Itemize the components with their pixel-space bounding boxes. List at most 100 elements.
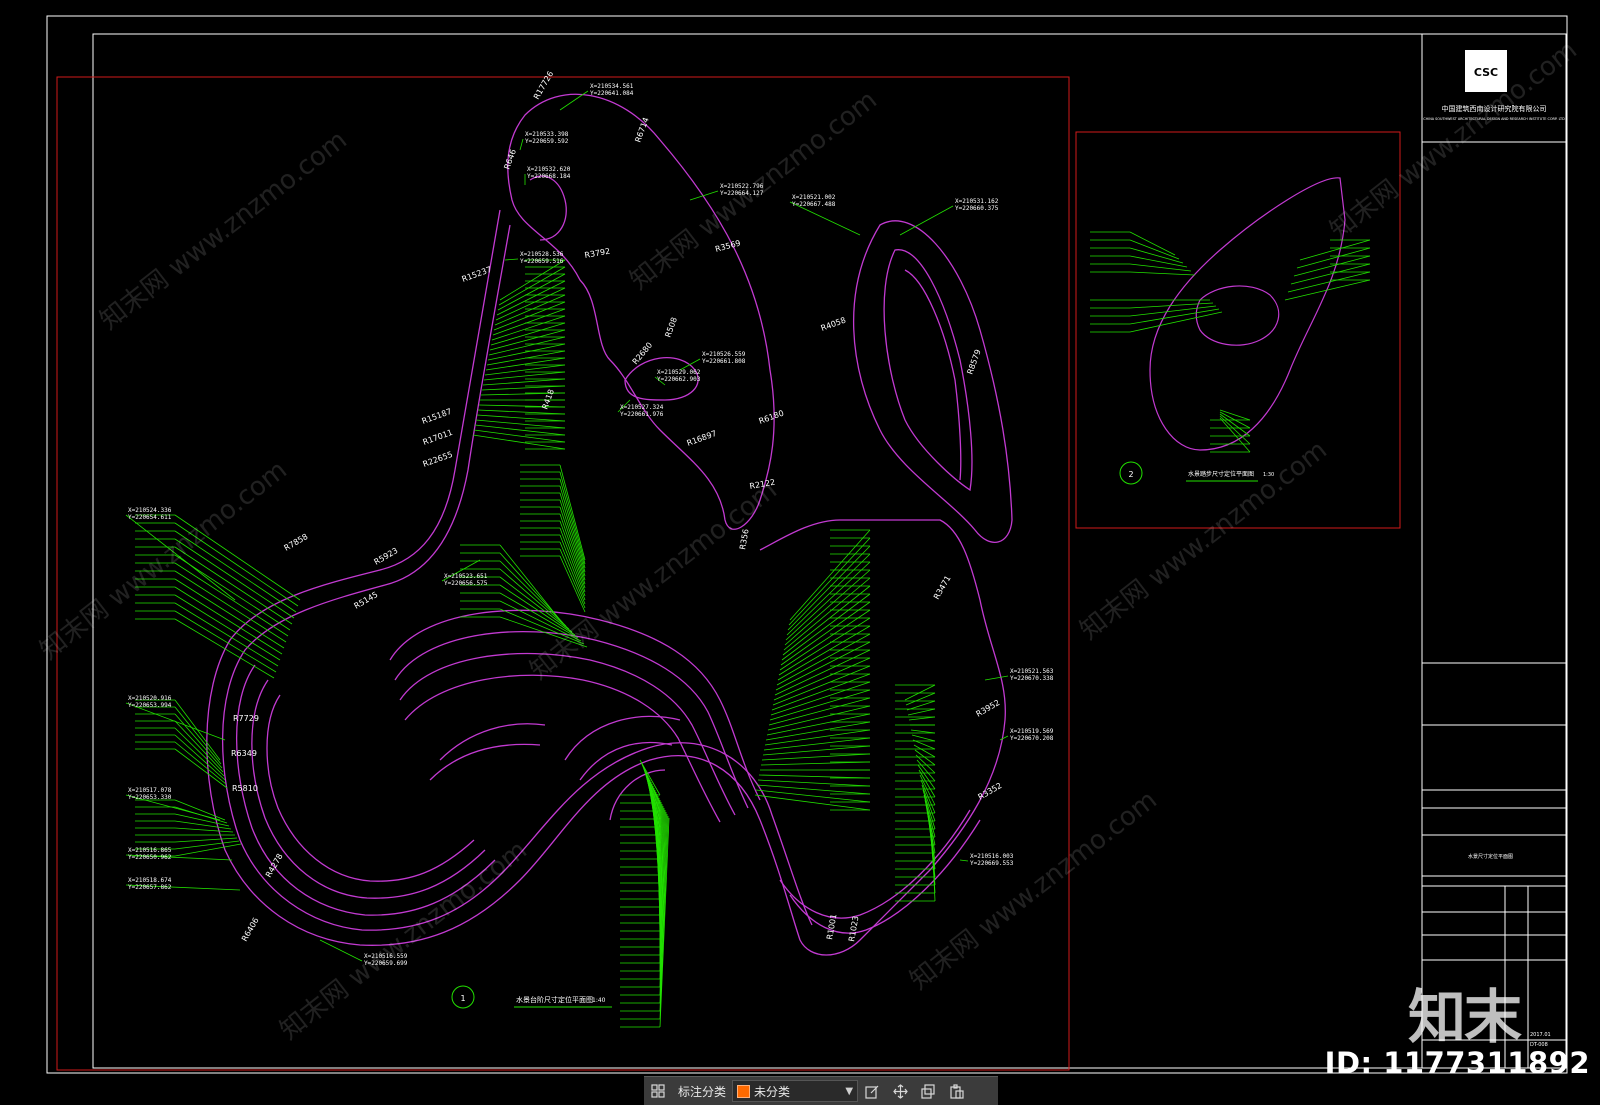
leader-line bbox=[778, 617, 871, 676]
leader-line bbox=[174, 827, 234, 833]
radius-label: R3569 bbox=[714, 239, 741, 254]
radius-label: R1001 bbox=[825, 913, 838, 940]
leader-line bbox=[770, 681, 871, 716]
leader-line bbox=[917, 764, 936, 790]
leader-line bbox=[174, 578, 285, 649]
leader-line bbox=[918, 769, 936, 798]
leader-line bbox=[473, 429, 566, 443]
leader-line bbox=[789, 529, 871, 621]
coordinate-label: X=210520.916 bbox=[128, 695, 172, 702]
leader-line bbox=[1219, 413, 1251, 437]
leader-line bbox=[904, 684, 936, 701]
coordinate-label: Y=220670.338 bbox=[1010, 675, 1054, 682]
leader-line bbox=[174, 806, 228, 824]
leader-line bbox=[767, 705, 871, 731]
grid-icon[interactable] bbox=[644, 1077, 672, 1105]
copy-icon[interactable] bbox=[914, 1077, 942, 1105]
leader-line bbox=[490, 322, 566, 346]
leader-line bbox=[908, 716, 936, 721]
coordinate-label: Y=220670.208 bbox=[1010, 735, 1054, 742]
drawing-frame bbox=[92, 33, 1567, 1069]
edit-icon[interactable] bbox=[858, 1077, 886, 1105]
leader-line bbox=[559, 520, 586, 593]
leader-line bbox=[519, 138, 524, 151]
radius-label: R8579 bbox=[965, 348, 982, 375]
leader-line bbox=[559, 478, 586, 569]
leader-line bbox=[783, 577, 871, 651]
leader-line bbox=[757, 779, 871, 787]
leader-line bbox=[492, 308, 566, 336]
svg-text:1: 1 bbox=[460, 994, 465, 1003]
coordinate-label: X=210532.620 bbox=[527, 166, 571, 173]
coordinate-label: Y=220662.903 bbox=[657, 376, 701, 383]
detail1-scale: 1:40 bbox=[592, 997, 606, 1004]
title-block: CSC 中国建筑西南设计研究院有限公司 CHINA SOUTHWEST ARCH… bbox=[1421, 34, 1566, 1068]
leader-line bbox=[1129, 239, 1180, 260]
coordinate-label: Y=220653.330 bbox=[128, 794, 172, 801]
leader-line bbox=[174, 837, 238, 843]
leader-line bbox=[905, 692, 936, 706]
chevron-down-icon: ▼ bbox=[845, 1085, 854, 1097]
radius-label: R5810 bbox=[232, 784, 258, 793]
radius-label: R15187 bbox=[421, 407, 453, 426]
annotation-category-select[interactable]: 未分类 ▼ bbox=[732, 1080, 859, 1102]
coordinate-label: X=210526.559 bbox=[702, 351, 746, 358]
coordinate-label: X=210527.324 bbox=[620, 404, 664, 411]
category-color-swatch bbox=[737, 1084, 751, 1098]
leader-line bbox=[499, 259, 566, 301]
leader-line bbox=[1129, 263, 1192, 272]
coordinate-label: X=210521.563 bbox=[1010, 668, 1054, 675]
leader-line bbox=[754, 794, 871, 811]
leader-line bbox=[785, 561, 871, 641]
move-icon[interactable] bbox=[886, 1077, 914, 1105]
coordinate-label: X=210518.674 bbox=[128, 877, 172, 884]
leader-line bbox=[482, 378, 566, 386]
leader-line bbox=[772, 665, 871, 706]
coordinate-label: X=210531.162 bbox=[955, 198, 999, 205]
leader-line bbox=[1299, 239, 1371, 261]
coordinate-label: X=210516.003 bbox=[970, 853, 1014, 860]
leader-line bbox=[786, 553, 871, 636]
detail1-title: 水景台阶尺寸定位平面图 bbox=[516, 995, 593, 1004]
detail2-outline bbox=[1149, 177, 1346, 451]
leader-line bbox=[481, 385, 566, 391]
water-feature-outline bbox=[206, 93, 1013, 956]
leader-line bbox=[174, 843, 242, 857]
radius-label: R7858 bbox=[283, 532, 310, 553]
coordinate-label: Y=220668.184 bbox=[527, 173, 571, 180]
leader-line bbox=[494, 294, 566, 326]
coordinate-label: Y=220659.592 bbox=[525, 138, 569, 145]
coordinate-label: X=210521.002 bbox=[792, 194, 836, 201]
radius-label: R16897 bbox=[686, 429, 718, 448]
leader-line bbox=[911, 734, 936, 742]
paste-icon[interactable] bbox=[942, 1077, 970, 1105]
annotation-category-label: 标注分类 bbox=[678, 1084, 727, 1099]
coordinate-label: Y=220656.575 bbox=[444, 580, 488, 587]
detail1-tag: 1 水景台阶尺寸定位平面图 1:40 bbox=[451, 985, 612, 1009]
leader-line bbox=[491, 315, 566, 341]
svg-text:CSC: CSC bbox=[1474, 66, 1498, 79]
radius-label: R6406 bbox=[240, 916, 261, 943]
coordinate-label: Y=220669.553 bbox=[970, 860, 1014, 867]
coordinate-label: Y=220661.976 bbox=[620, 411, 664, 418]
leader-line bbox=[499, 552, 564, 624]
leader-line bbox=[174, 813, 230, 827]
radius-label: R2680 bbox=[631, 341, 655, 367]
leader-line bbox=[1129, 308, 1220, 325]
leader-line bbox=[899, 205, 954, 236]
radius-labels: R15237R3792 R3569R6714R17726R646R508R2680… bbox=[231, 70, 1003, 943]
coordinate-label: Y=220641.084 bbox=[590, 90, 634, 97]
leader-line bbox=[174, 618, 275, 679]
radius-label: R6180 bbox=[758, 409, 785, 426]
coordinate-label: X=210528.536 bbox=[520, 251, 564, 258]
leader-line bbox=[760, 761, 871, 766]
leader-line bbox=[485, 357, 566, 371]
leader-line bbox=[476, 414, 566, 422]
coordinate-label: X=210519.569 bbox=[1010, 728, 1054, 735]
leader-line bbox=[174, 562, 289, 637]
leader-line bbox=[174, 546, 293, 625]
coordinate-label: X=210523.651 bbox=[444, 573, 488, 580]
radius-label: R7729 bbox=[233, 714, 259, 723]
leader-line bbox=[779, 609, 871, 671]
leader-line bbox=[763, 737, 871, 751]
